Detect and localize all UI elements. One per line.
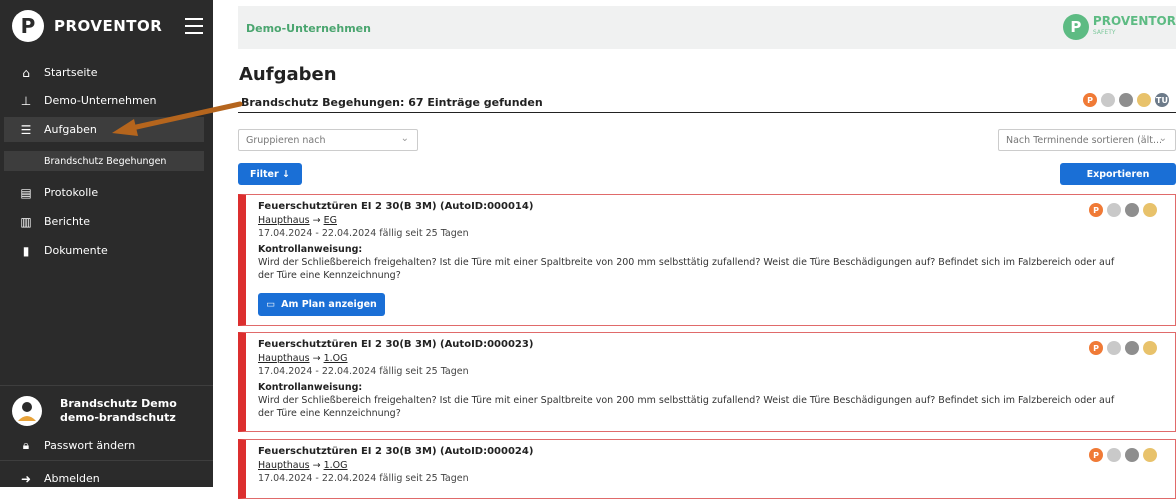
task-assignees[interactable]: P <box>1089 448 1161 462</box>
lock-icon: 🔒︎ <box>22 438 30 452</box>
task-assignees[interactable]: P <box>1089 341 1161 355</box>
task-date: 17.04.2024 - 22.04.2024 fällig seit 25 T… <box>258 366 469 377</box>
task-title: Feuerschutztüren EI 2 30(B 3M) (AutoID:0… <box>258 339 534 350</box>
user-avatar-icon <box>1137 93 1151 107</box>
initials-avatar: TU <box>1155 93 1169 107</box>
arrow-right-icon: → <box>312 353 321 364</box>
user-name: Brandschutz Demo <box>60 397 177 410</box>
divider <box>0 460 213 461</box>
show-on-plan-button[interactable]: ▭ Am Plan anzeigen <box>258 293 385 316</box>
user-avatar-icon <box>1143 448 1157 462</box>
task-assignees[interactable]: P <box>1089 203 1161 217</box>
logout-icon: ➜ <box>20 471 32 486</box>
company-name[interactable]: Demo-Unternehmen <box>246 22 371 35</box>
task-title: Feuerschutztüren EI 2 30(B 3M) (AutoID:0… <box>258 201 534 212</box>
user-avatar-icon <box>1107 203 1121 217</box>
sort-select[interactable]: Nach Terminende sortieren (ält... ⌄ <box>998 129 1176 151</box>
group-by-placeholder: Gruppieren nach <box>246 134 326 146</box>
arrow-right-icon: → <box>312 460 321 471</box>
sidebar-item-label: Protokolle <box>44 186 99 199</box>
user-avatar-icon <box>1119 93 1133 107</box>
arrow-right-icon: → <box>312 215 321 226</box>
brand-subtext: SAFETY <box>1092 29 1116 36</box>
sort-value: Nach Terminende sortieren (ält... <box>1006 134 1163 146</box>
proventor-avatar: P <box>1089 448 1103 462</box>
task-location: Haupthaus → 1.OG <box>258 353 348 364</box>
user-avatar-icon <box>18 402 36 421</box>
chevron-down-icon: ⌄ <box>400 133 409 144</box>
task-date: 17.04.2024 - 22.04.2024 fällig seit 25 T… <box>258 228 469 239</box>
instruction-label: Kontrollanweisung: <box>258 244 363 255</box>
sidebar-item-dokumente[interactable]: ▮ Dokumente <box>4 238 204 263</box>
page-title: Aufgaben <box>239 64 337 85</box>
map-icon: ▭ <box>266 299 276 310</box>
brand-mark: P <box>1062 14 1089 40</box>
task-card[interactable]: Feuerschutztüren EI 2 30(B 3M) (AutoID:0… <box>238 332 1176 432</box>
result-count: Brandschutz Begehungen: 67 Einträge gefu… <box>241 96 543 109</box>
user-avatar-icon <box>1125 341 1139 355</box>
task-location: Haupthaus → EG <box>258 215 337 226</box>
logout-label: Abmelden <box>44 472 100 485</box>
sidebar-item-label: Berichte <box>44 215 90 228</box>
protocol-icon: ▤ <box>20 185 32 200</box>
user-profile[interactable]: Brandschutz Demo demo-brandschutz <box>12 396 177 426</box>
sidebar-item-berichte[interactable]: ▥ Berichte <box>4 209 204 234</box>
building-link[interactable]: Haupthaus <box>258 215 310 226</box>
user-avatar-icon <box>1143 203 1157 217</box>
bar-chart-icon: ▥ <box>20 214 32 229</box>
chevron-down-icon: ⌄ <box>1158 133 1167 144</box>
logout-link[interactable]: ➜ Abmelden <box>4 466 204 491</box>
sidebar-item-protokolle[interactable]: ▤ Protokolle <box>4 180 204 205</box>
instruction-text: Wird der Schließbereich freigehalten? Is… <box>258 257 1115 281</box>
document-icon: ▮ <box>22 243 30 258</box>
proventor-avatar: P <box>1089 203 1103 217</box>
change-password-link[interactable]: 🔒︎ Passwort ändern <box>4 433 204 458</box>
instruction-label: Kontrollanweisung: <box>258 382 363 393</box>
proventor-avatar: P <box>1089 341 1103 355</box>
user-username: demo-brandschutz <box>60 411 176 424</box>
user-avatar-icon <box>1101 93 1115 107</box>
task-title: Feuerschutztüren EI 2 30(B 3M) (AutoID:0… <box>258 446 534 457</box>
export-button[interactable]: Exportieren <box>1060 163 1176 185</box>
group-by-select[interactable]: Gruppieren nach ⌄ <box>238 129 418 151</box>
task-date: 17.04.2024 - 22.04.2024 fällig seit 25 T… <box>258 473 469 484</box>
task-location: Haupthaus → 1.OG <box>258 460 348 471</box>
avatar <box>12 396 42 426</box>
floor-link[interactable]: 1.OG <box>324 353 348 364</box>
assignee-avatars[interactable]: P TU <box>1083 93 1173 107</box>
brand-text: PROVENTOR <box>1092 14 1176 28</box>
building-link[interactable]: Haupthaus <box>258 460 310 471</box>
header-bar: Demo-Unternehmen P PROVENTOR SAFETY <box>238 6 1176 49</box>
user-avatar-icon <box>1143 341 1157 355</box>
user-avatar-icon <box>1107 448 1121 462</box>
user-avatar-icon <box>1125 203 1139 217</box>
user-avatar-icon <box>1125 448 1139 462</box>
instruction-text: Wird der Schließbereich freigehalten? Is… <box>258 395 1115 419</box>
divider <box>0 385 213 386</box>
show-on-plan-label: Am Plan anzeigen <box>281 299 377 310</box>
change-password-label: Passwort ändern <box>44 439 136 452</box>
task-card[interactable]: Feuerschutztüren EI 2 30(B 3M) (AutoID:0… <box>238 439 1176 499</box>
divider <box>238 112 1176 113</box>
brand-logo: P PROVENTOR SAFETY <box>1062 14 1176 40</box>
annotation-arrow-icon <box>112 101 243 136</box>
building-link[interactable]: Haupthaus <box>258 353 310 364</box>
floor-link[interactable]: EG <box>324 215 337 226</box>
sidebar-item-label: Dokumente <box>44 244 108 257</box>
task-card[interactable]: Feuerschutztüren EI 2 30(B 3M) (AutoID:0… <box>238 194 1176 326</box>
filter-button[interactable]: Filter ↓ <box>238 163 302 185</box>
floor-link[interactable]: 1.OG <box>324 460 348 471</box>
proventor-avatar: P <box>1083 93 1097 107</box>
user-avatar-icon <box>1107 341 1121 355</box>
